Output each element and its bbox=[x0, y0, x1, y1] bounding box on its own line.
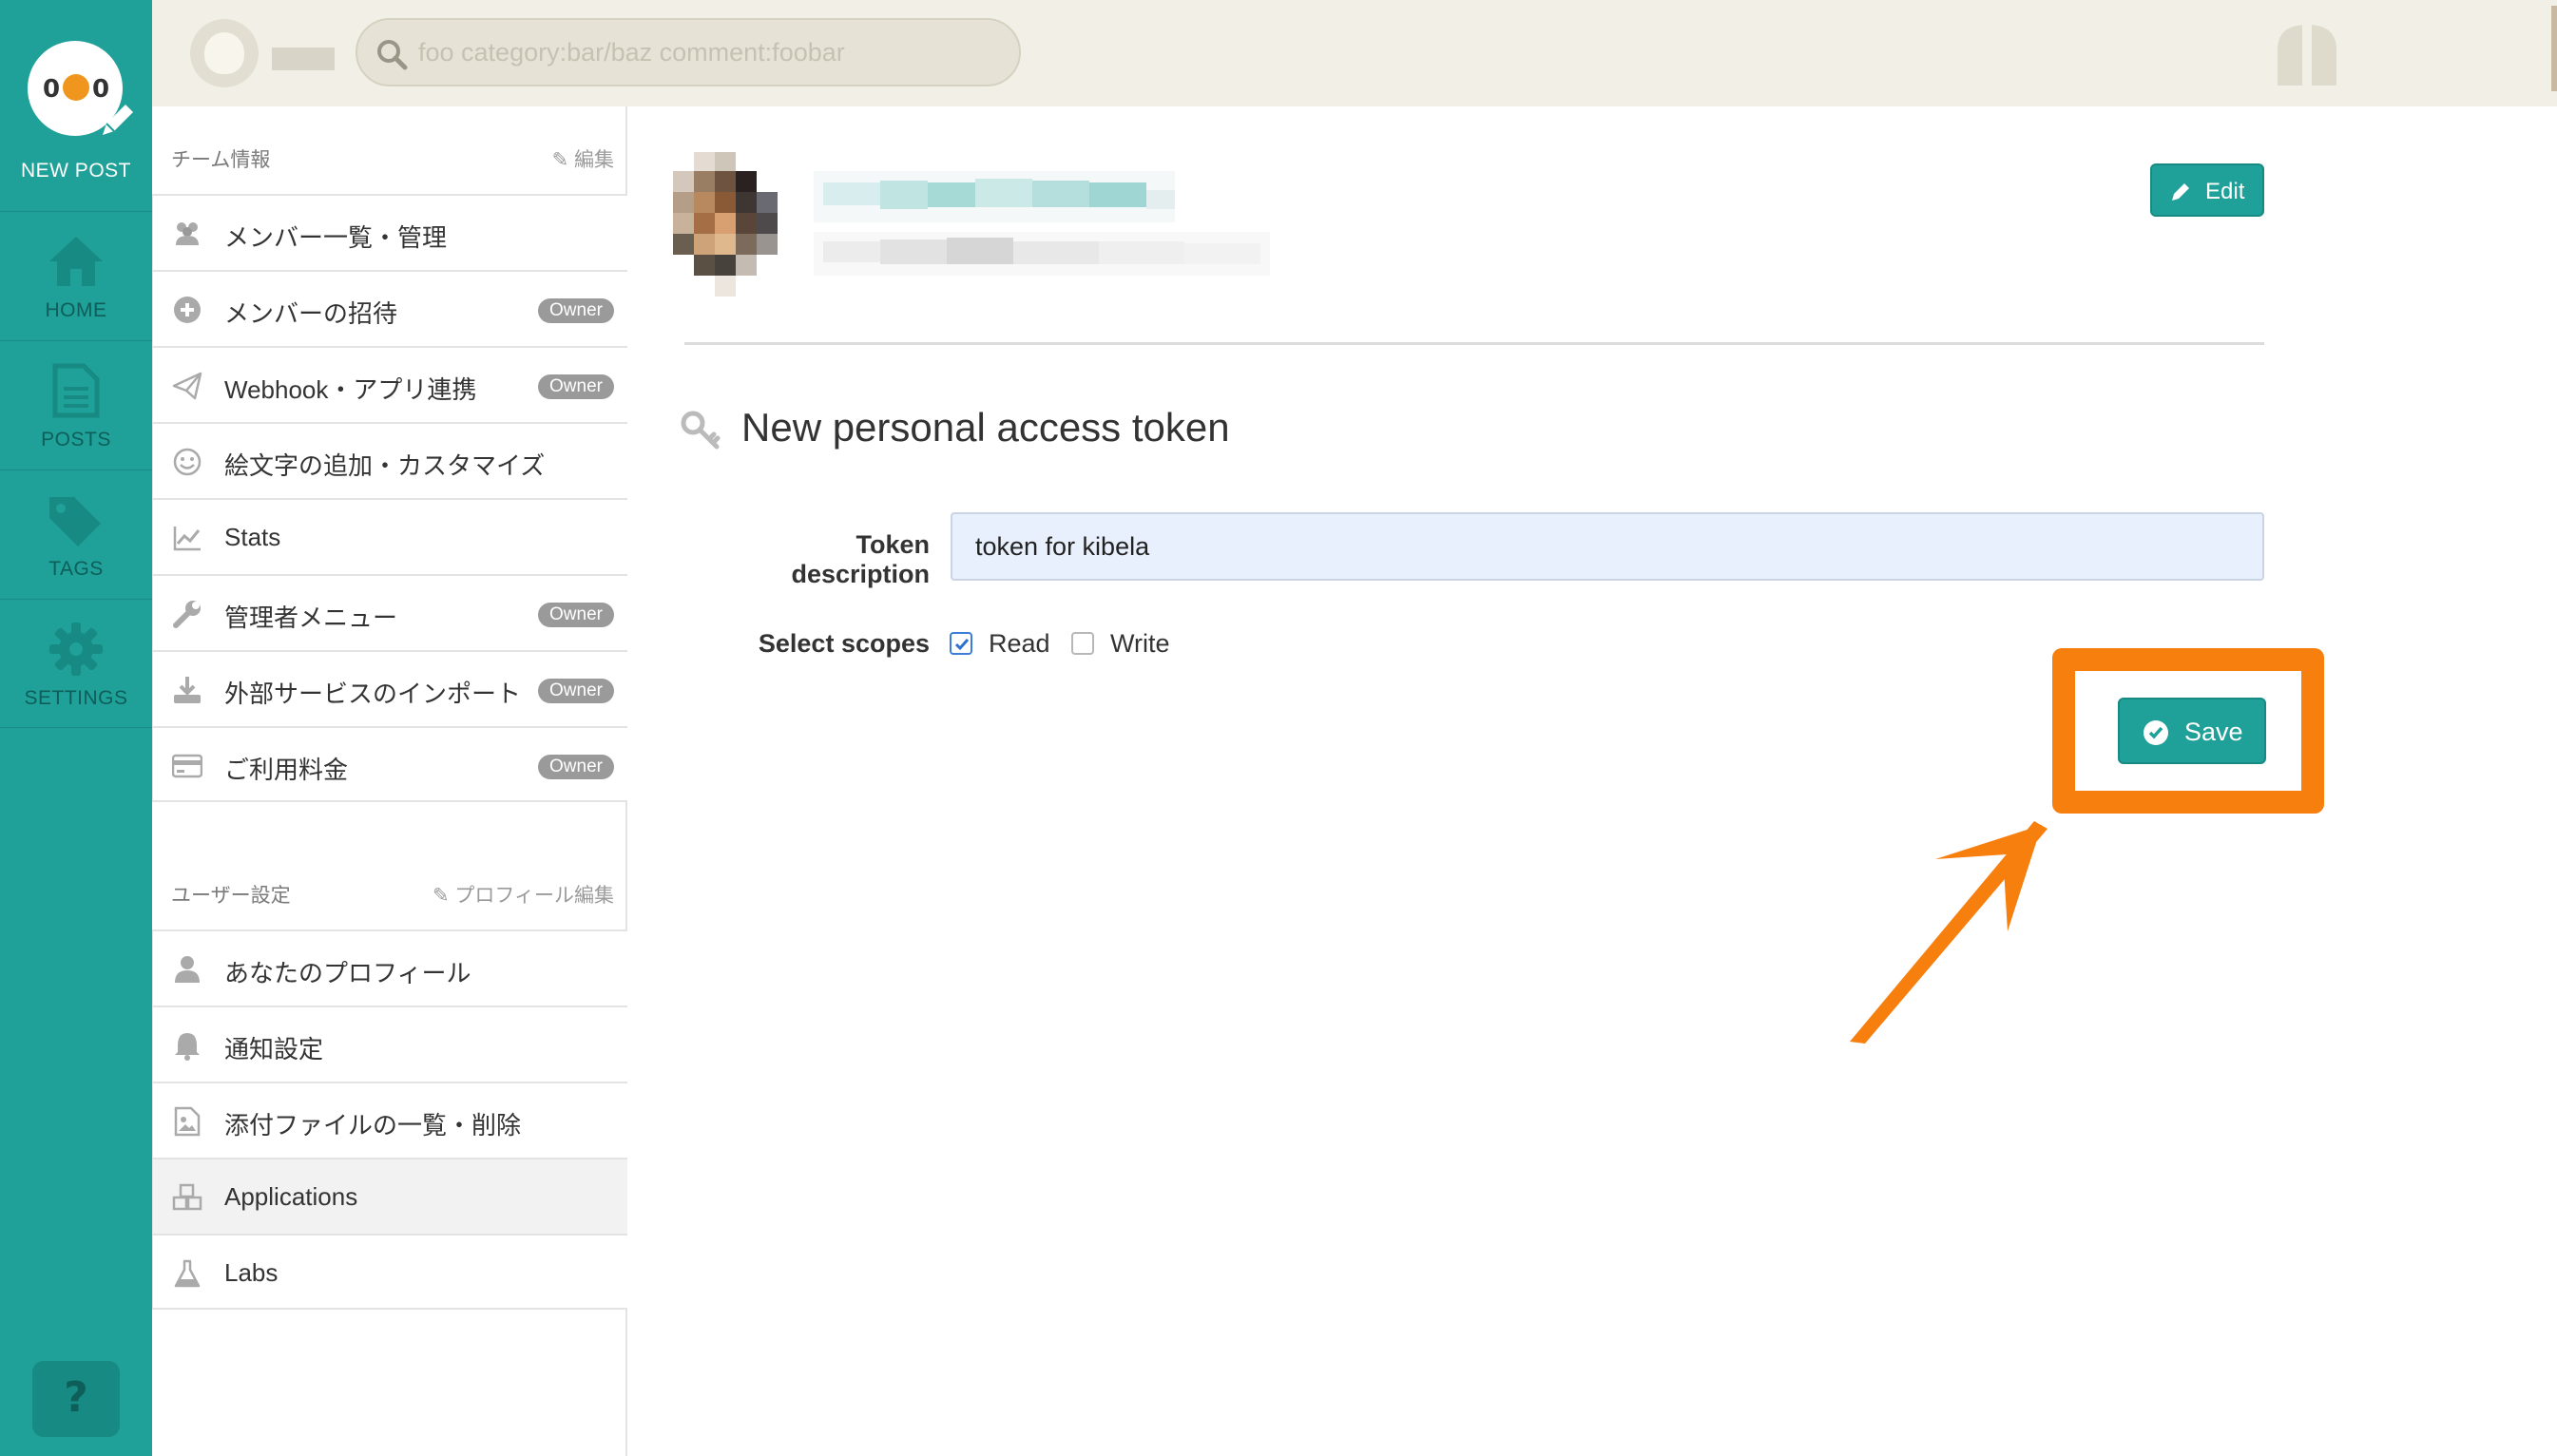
rail-item-home-label: HOME bbox=[45, 299, 107, 321]
user-menu: あなたのプロフィール 通知設定 添付ファイルの一覧・削除 Application… bbox=[152, 929, 627, 1310]
sidebar-item-webhook[interactable]: Webhook・アプリ連携 Owner bbox=[152, 346, 627, 422]
sidebar-item-admin[interactable]: 管理者メニュー Owner bbox=[152, 574, 627, 650]
bell-icon bbox=[175, 1033, 200, 1061]
top-bar bbox=[152, 0, 2557, 106]
read-scope-label[interactable]: Read bbox=[989, 629, 1050, 659]
rail-item-posts-label: POSTS bbox=[41, 429, 111, 450]
save-button[interactable]: Save bbox=[2118, 698, 2266, 764]
flask-icon bbox=[174, 1259, 201, 1288]
team-edit-link[interactable]: ✎ 編集 bbox=[552, 144, 614, 173]
profile-edit-link[interactable]: ✎ プロフィール編集 bbox=[433, 880, 614, 909]
help-button[interactable]: ? bbox=[32, 1361, 120, 1437]
profile-avatar bbox=[673, 152, 778, 297]
sidebar-item-import[interactable]: 外部サービスのインポート Owner bbox=[152, 650, 627, 726]
write-scope-label[interactable]: Write bbox=[1110, 629, 1170, 659]
plus-circle-icon bbox=[174, 297, 201, 323]
sidebar-item-notifications[interactable]: 通知設定 bbox=[152, 1006, 627, 1082]
rail-item-settings-label: SETTINGS bbox=[24, 687, 128, 709]
search-input[interactable] bbox=[418, 33, 989, 71]
owner-badge: Owner bbox=[538, 298, 614, 323]
team-section-header: チーム情報 ✎ 編集 bbox=[152, 106, 627, 194]
search-icon bbox=[377, 40, 408, 70]
archive-icon[interactable] bbox=[2274, 21, 2340, 86]
new-post-button[interactable]: 0 0 NEW POST bbox=[0, 0, 152, 211]
rail-item-settings[interactable]: SETTINGS bbox=[0, 599, 152, 728]
new-post-label: NEW POST bbox=[20, 160, 131, 182]
main-content: Edit New personal access token Token des… bbox=[627, 106, 2557, 1456]
team-logo-icon[interactable] bbox=[190, 19, 259, 87]
users-icon bbox=[176, 222, 199, 245]
owner-badge: Owner bbox=[538, 679, 614, 703]
sidebar-item-members[interactable]: メンバー一覧・管理 bbox=[152, 194, 627, 270]
check-circle-icon bbox=[2144, 720, 2168, 745]
sidebar-item-labs[interactable]: Labs bbox=[152, 1234, 627, 1310]
select-scopes-label: Select scopes bbox=[758, 629, 930, 658]
team-section-title: チーム情報 bbox=[171, 149, 271, 171]
key-icon bbox=[681, 411, 721, 450]
cubes-icon bbox=[172, 1183, 202, 1211]
read-scope-checkbox[interactable] bbox=[950, 632, 972, 655]
pencil-icon bbox=[2172, 183, 2189, 201]
checkmark-icon bbox=[954, 639, 970, 651]
owner-badge: Owner bbox=[538, 374, 614, 399]
sidebar-item-emoji[interactable]: 絵文字の追加・カスタマイズ bbox=[152, 422, 627, 498]
credit-card-icon bbox=[172, 754, 202, 778]
token-description-label: Token description bbox=[791, 530, 930, 588]
form-title: New personal access token bbox=[741, 405, 1230, 450]
rail-item-tags-label: TAGS bbox=[48, 558, 104, 580]
owner-badge: Owner bbox=[538, 755, 614, 779]
rail-item-tags[interactable]: TAGS bbox=[0, 469, 152, 599]
user-avatar[interactable] bbox=[2551, 6, 2557, 91]
download-icon bbox=[174, 677, 201, 703]
rail-item-home[interactable]: HOME bbox=[0, 211, 152, 340]
edit-button[interactable]: Edit bbox=[2150, 163, 2264, 217]
sidebar-item-attachments[interactable]: 添付ファイルの一覧・削除 bbox=[152, 1082, 627, 1158]
tag-icon bbox=[49, 497, 101, 546]
settings-sidebar: チーム情報 ✎ 編集 メンバー一覧・管理 メンバーの招待 Owner Webho… bbox=[152, 106, 627, 1456]
rail-item-posts[interactable]: POSTS bbox=[0, 340, 152, 469]
sidebar-item-stats[interactable]: Stats bbox=[152, 498, 627, 574]
home-icon bbox=[49, 237, 103, 286]
token-description-input[interactable] bbox=[951, 512, 2264, 581]
user-section-header: ユーザー設定 ✎ プロフィール編集 bbox=[152, 842, 627, 929]
wrench-icon bbox=[173, 601, 201, 628]
file-image-icon bbox=[174, 1106, 201, 1137]
user-section-title: ユーザー設定 bbox=[171, 885, 291, 907]
sidebar-item-invite[interactable]: メンバーの招待 Owner bbox=[152, 270, 627, 346]
smile-icon bbox=[173, 448, 202, 476]
document-icon bbox=[52, 363, 100, 418]
profile-subtitle-blurred bbox=[814, 232, 1270, 276]
search-box[interactable] bbox=[356, 18, 1021, 86]
paper-plane-icon bbox=[172, 372, 202, 400]
pencil-icon bbox=[103, 105, 133, 135]
team-name-blurred[interactable] bbox=[272, 48, 335, 70]
profile-name-blurred bbox=[814, 171, 1175, 222]
chart-icon bbox=[173, 527, 201, 551]
gear-icon bbox=[49, 623, 103, 676]
write-scope-checkbox[interactable] bbox=[1071, 632, 1094, 655]
user-icon bbox=[175, 956, 200, 983]
sidebar-item-profile[interactable]: あなたのプロフィール bbox=[152, 929, 627, 1006]
sidebar-item-applications[interactable]: Applications bbox=[152, 1158, 627, 1234]
team-menu: メンバー一覧・管理 メンバーの招待 Owner Webhook・アプリ連携 Ow… bbox=[152, 194, 627, 802]
owner-badge: Owner bbox=[538, 603, 614, 627]
global-nav-rail: 0 0 NEW POST HOME POSTS TAGS SETTINGS ? bbox=[0, 0, 152, 1456]
sidebar-item-billing[interactable]: ご利用料金 Owner bbox=[152, 726, 627, 802]
section-divider bbox=[684, 342, 2264, 345]
